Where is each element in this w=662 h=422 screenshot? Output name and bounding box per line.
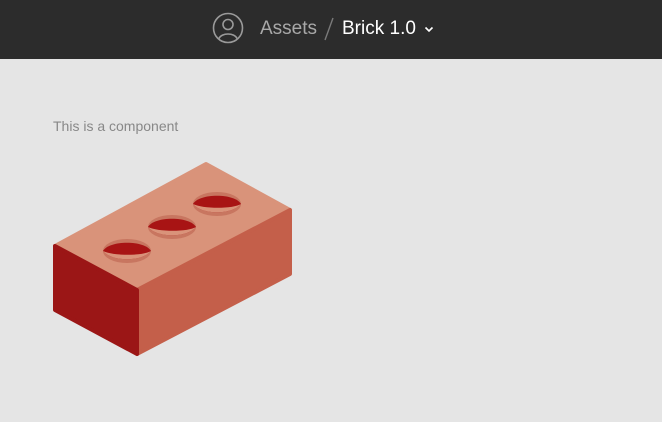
brick-hole [148, 215, 196, 239]
brick-hole [193, 192, 241, 216]
breadcrumb-separator [324, 17, 334, 41]
brick-illustration [53, 162, 292, 356]
brick-hole [103, 239, 151, 263]
user-avatar-icon[interactable] [212, 12, 244, 44]
top-bar: Assets Brick 1.0 [0, 0, 662, 59]
component-caption: This is a component [53, 118, 179, 134]
chevron-down-icon[interactable] [423, 23, 435, 35]
breadcrumb-assets-link[interactable]: Assets [260, 17, 317, 41]
breadcrumb-current-component[interactable]: Brick 1.0 [342, 17, 416, 41]
